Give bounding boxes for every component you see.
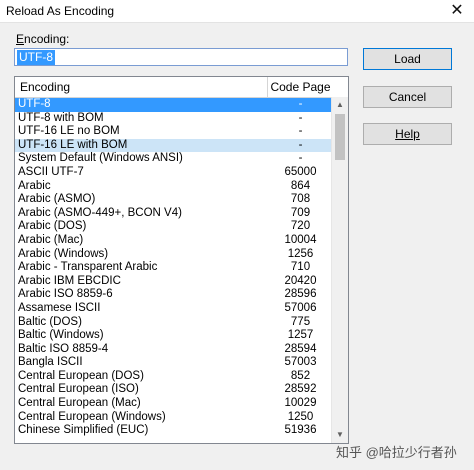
window-title: Reload As Encoding bbox=[6, 4, 115, 18]
list-row[interactable]: Central European (Mac) 10029 bbox=[15, 397, 333, 411]
row-encoding-name: Arabic (Mac) bbox=[18, 233, 84, 246]
list-rows: UTF-8- UTF-8 with BOM - UTF-16 LE no BOM - UT… bbox=[15, 98, 333, 438]
row-code-page: 1250 bbox=[287, 410, 314, 423]
list-row[interactable]: Baltic ISO 8859-4 28594 bbox=[15, 343, 333, 357]
row-code-page: 28596 bbox=[284, 288, 317, 301]
row-code-page: - bbox=[298, 98, 303, 110]
row-code-page: 57006 bbox=[284, 301, 317, 314]
list-row[interactable]: ASCII UTF-7 65000 bbox=[15, 166, 333, 180]
title-bar: Reload As Encoding ✕ bbox=[0, 0, 474, 23]
row-code-page: 57003 bbox=[284, 356, 317, 369]
list-row[interactable]: UTF-16 LE no BOM - bbox=[15, 125, 333, 139]
row-code-page: 10029 bbox=[284, 397, 317, 410]
row-encoding-name: Arabic ISO 8859-6 bbox=[18, 288, 113, 301]
row-encoding-name: Central European (DOS) bbox=[18, 369, 144, 382]
row-encoding-name: System Default (Windows ANSI) bbox=[18, 152, 183, 165]
row-code-page: 852 bbox=[290, 369, 311, 382]
scroll-up-icon[interactable]: ▲ bbox=[332, 97, 348, 113]
row-encoding-name: UTF-16 LE no BOM bbox=[18, 125, 120, 138]
row-code-page: 720 bbox=[290, 220, 311, 233]
row-encoding-name: Arabic (Windows) bbox=[18, 247, 109, 260]
load-button[interactable]: Load bbox=[363, 48, 452, 70]
list-row[interactable]: Arabic (DOS) 720 bbox=[15, 220, 333, 234]
row-code-page: 710 bbox=[290, 261, 311, 274]
list-row[interactable]: Arabic (Windows) 1256 bbox=[15, 248, 333, 262]
close-icon[interactable]: ✕ bbox=[440, 0, 474, 22]
encoding-input[interactable]: UTF-8 bbox=[14, 48, 348, 66]
row-encoding-name: Arabic IBM EBCDIC bbox=[18, 274, 121, 287]
list-row[interactable]: Arabic (Mac) 10004 bbox=[15, 234, 333, 248]
row-encoding-name: Arabic (ASMO-449+, BCON V4) bbox=[18, 206, 182, 219]
row-encoding-name: Arabic (ASMO) bbox=[18, 193, 96, 206]
column-header-encoding[interactable]: Encoding bbox=[15, 77, 268, 97]
row-encoding-name: UTF-8 with BOM bbox=[18, 111, 104, 124]
encoding-label-mnemonic: E bbox=[16, 32, 25, 46]
list-row[interactable]: Central European (DOS) 852 bbox=[15, 370, 333, 384]
row-encoding-name: Baltic (Windows) bbox=[18, 329, 104, 342]
row-encoding-name: Arabic bbox=[18, 179, 51, 192]
row-encoding-name: Chinese Simplified (EUC) bbox=[18, 424, 149, 437]
list-row[interactable]: UTF-8 with BOM - bbox=[15, 112, 333, 126]
row-encoding-name: Central European (Windows) bbox=[18, 410, 166, 423]
vertical-scrollbar[interactable]: ▲ ▼ bbox=[331, 97, 348, 443]
scroll-down-icon[interactable]: ▼ bbox=[332, 427, 348, 443]
row-code-page: 28592 bbox=[284, 383, 317, 396]
row-encoding-name: Arabic (DOS) bbox=[18, 220, 87, 233]
list-row[interactable]: UTF-16 LE with BOM - bbox=[15, 138, 333, 153]
scrollbar-thumb[interactable] bbox=[335, 114, 345, 160]
list-row[interactable]: Chinese Simplified (EUC) 51936 bbox=[15, 424, 333, 438]
help-button[interactable]: Help bbox=[363, 123, 452, 145]
row-code-page: 28594 bbox=[284, 342, 317, 355]
row-code-page: 864 bbox=[290, 179, 311, 192]
column-header-code-page[interactable]: Code Page bbox=[268, 77, 333, 97]
cancel-button[interactable]: Cancel bbox=[363, 86, 452, 108]
list-row[interactable]: Bangla ISCII 57003 bbox=[15, 356, 333, 370]
row-encoding-name: Central European (Mac) bbox=[18, 397, 141, 410]
row-code-page: - bbox=[298, 111, 303, 124]
row-encoding-name: Baltic ISO 8859-4 bbox=[18, 342, 109, 355]
row-code-page: 1257 bbox=[287, 329, 314, 342]
list-row[interactable]: Arabic IBM EBCDIC 20420 bbox=[15, 275, 333, 289]
row-code-page: 708 bbox=[290, 193, 311, 206]
row-code-page: - bbox=[298, 138, 303, 151]
list-row[interactable]: Arabic 864 bbox=[15, 180, 333, 194]
encoding-input-value: UTF-8 bbox=[17, 50, 55, 65]
encoding-label: Encoding: bbox=[16, 32, 69, 46]
list-header: Encoding Code Page bbox=[15, 77, 333, 98]
list-row[interactable]: System Default (Windows ANSI) - bbox=[15, 152, 333, 166]
row-code-page: 775 bbox=[290, 315, 311, 328]
list-row[interactable]: Baltic (DOS) 775 bbox=[15, 316, 333, 330]
list-row[interactable]: Assamese ISCII 57006 bbox=[15, 302, 333, 316]
list-row[interactable]: Arabic (ASMO) 708 bbox=[15, 193, 333, 207]
help-button-label: Help bbox=[395, 127, 420, 141]
row-code-page: 1256 bbox=[287, 247, 314, 260]
list-row[interactable]: Baltic (Windows) 1257 bbox=[15, 329, 333, 343]
row-code-page: - bbox=[298, 125, 303, 138]
list-row[interactable]: UTF-8 - bbox=[15, 98, 333, 112]
row-encoding-name: Assamese ISCII bbox=[18, 301, 101, 314]
list-row[interactable]: Arabic (ASMO-449+, BCON V4) 709 bbox=[15, 207, 333, 221]
row-encoding-name: Central European (ISO) bbox=[18, 383, 139, 396]
row-encoding-name: UTF-8 bbox=[18, 98, 51, 110]
row-code-page: 20420 bbox=[284, 274, 317, 287]
row-code-page: 51936 bbox=[284, 424, 317, 437]
list-row[interactable]: Central European (ISO) 28592 bbox=[15, 383, 333, 397]
reload-as-encoding-dialog: Reload As Encoding ✕ Encoding: UTF-8 Enc… bbox=[0, 0, 474, 470]
row-code-page: 709 bbox=[290, 206, 311, 219]
encoding-label-text: ncoding: bbox=[24, 32, 70, 46]
list-row[interactable]: Arabic - Transparent Arabic 710 bbox=[15, 261, 333, 275]
row-code-page: - bbox=[298, 152, 303, 165]
list-row[interactable]: Arabic ISO 8859-6 28596 bbox=[15, 288, 333, 302]
row-code-page: 65000 bbox=[284, 165, 317, 178]
row-encoding-name: Baltic (DOS) bbox=[18, 315, 82, 328]
row-encoding-name: UTF-16 LE with BOM bbox=[18, 138, 128, 151]
watermark: 知乎 @哈拉少行者孙 bbox=[336, 445, 457, 460]
row-encoding-name: ASCII UTF-7 bbox=[18, 165, 84, 178]
row-encoding-name: Arabic - Transparent Arabic bbox=[18, 261, 158, 274]
list-row[interactable]: Central European (Windows) 1250 bbox=[15, 411, 333, 425]
row-code-page: 10004 bbox=[284, 233, 317, 246]
row-encoding-name: Bangla ISCII bbox=[18, 356, 83, 369]
encoding-list[interactable]: Encoding Code Page UTF-8 - UTF-8 with BOM -… bbox=[14, 76, 349, 444]
